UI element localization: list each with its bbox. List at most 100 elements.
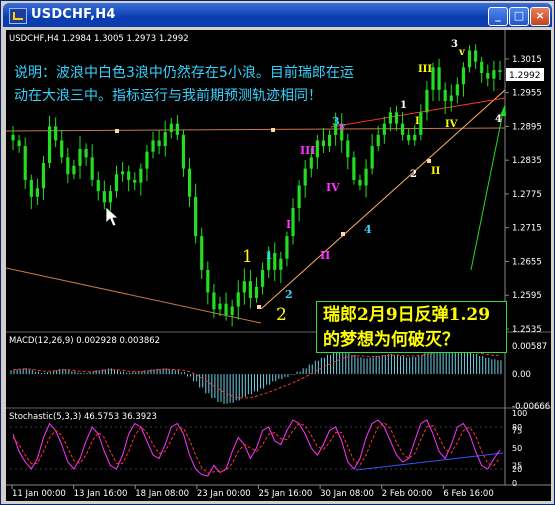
candle-body: [72, 165, 76, 175]
wave-label: 4: [495, 114, 502, 125]
candle-body: [443, 89, 447, 102]
wave-label: III: [300, 144, 315, 157]
macd-tick-label: 0.00: [512, 370, 531, 380]
stochastic-tick-label: 100: [512, 409, 527, 418]
stochastic-tick-label: 0: [512, 479, 517, 488]
candle-body: [498, 70, 502, 72]
wave-label: II: [431, 166, 441, 177]
support-dot: [271, 128, 275, 132]
candle-body: [474, 50, 478, 62]
wave-label: 2: [410, 169, 417, 180]
candle-body: [315, 140, 319, 158]
candle-body: [455, 84, 459, 96]
candle-body: [206, 269, 210, 293]
candle-body: [200, 236, 204, 270]
price-tick-label: 1.2955: [512, 89, 542, 99]
wave-label: I: [286, 218, 291, 231]
candle-body: [169, 123, 173, 133]
candle-body: [285, 236, 289, 259]
wave-label: v: [458, 47, 466, 58]
stochastic-panel-header: Stochastic(5,3,3) 46.5753 36.3923: [9, 412, 157, 422]
candle-body: [394, 112, 399, 124]
green-arrow-line: [470, 111, 504, 271]
candle-body: [260, 269, 265, 287]
chart-area[interactable]: USDCHF,H4 1.2984 1.3005 1.2973 1.2992 MA…: [6, 30, 551, 501]
candle-body: [175, 123, 179, 135]
candle-body: [181, 134, 186, 169]
time-tick-label: 23 Jan 00:00: [197, 489, 251, 499]
wave-label: IV: [445, 119, 458, 130]
chart-app-icon: [9, 8, 27, 24]
lower-channel-line: [6, 267, 262, 324]
candle-body: [108, 191, 113, 203]
support-dot: [115, 129, 119, 133]
price-panel-header: USDCHF,H4 1.2984 1.3005 1.2973 1.2992: [9, 34, 189, 44]
candle-body: [303, 168, 307, 186]
candle-body: [400, 123, 405, 135]
candle-body: [41, 162, 46, 189]
time-tick-label: 11 Jan 00:00: [12, 489, 66, 499]
price-tick-label: 1.2535: [512, 325, 542, 335]
close-button[interactable]: ×: [530, 7, 550, 26]
time-tick-label: 2 Feb 00:00: [382, 489, 432, 499]
wave-label: I: [415, 116, 420, 127]
wave-label: 1: [242, 247, 253, 267]
time-tick-label: 25 Jan 16:00: [259, 489, 313, 499]
horizontal-resistance-line: [6, 127, 506, 132]
candle-body: [461, 67, 466, 85]
candle-body: [346, 140, 350, 158]
candle-body: [47, 126, 52, 163]
comment-line-2: 动在大浪三中。指标运行与我前期预测轨迹相同！: [14, 88, 322, 104]
candle-body: [133, 179, 137, 183]
stochastic-tick-label: 75: [512, 427, 522, 436]
candle-body: [66, 157, 70, 175]
candle-body: [23, 146, 27, 180]
time-tick-label: 30 Jan 08:00: [320, 489, 374, 499]
analysis-comment: 说明：波浪中白色3浪中仍然存在5小浪。目前瑞郎在运 动在大浪三中。指标运行与我前…: [14, 62, 394, 108]
candle-body: [114, 174, 119, 192]
title-bar[interactable]: USDCHF,H4 _ □ ×: [3, 3, 552, 27]
candle-body: [218, 303, 222, 310]
wave-label: 2: [276, 305, 287, 325]
current-price-label: 1.2992: [509, 71, 541, 81]
callout-line-2: 的梦想为何破灭？: [323, 330, 459, 350]
candle-body: [17, 140, 21, 147]
candle-body: [486, 72, 490, 79]
candle-body: [254, 286, 259, 299]
stochastic-tick-label: 20: [512, 465, 522, 474]
time-tick-label: 13 Jan 16:00: [74, 489, 128, 499]
candle-body: [145, 151, 149, 169]
candle-body: [352, 157, 356, 180]
wave-label: III: [418, 64, 432, 75]
candle-body: [78, 148, 82, 166]
candle-body: [187, 168, 192, 197]
candle-body: [413, 134, 417, 141]
maximize-button[interactable]: □: [509, 7, 529, 26]
candle-body: [242, 281, 246, 293]
candle-body: [212, 292, 216, 310]
candle-body: [388, 112, 393, 124]
minimize-button[interactable]: _: [488, 7, 508, 26]
candle-body: [382, 123, 386, 135]
candle-body: [157, 140, 161, 147]
time-tick-label: 18 Jan 08:00: [135, 489, 189, 499]
candle-body: [120, 171, 125, 175]
candle-body: [139, 168, 143, 183]
candle-body: [467, 50, 472, 68]
candle-body: [480, 61, 484, 73]
candle-body: [279, 258, 283, 270]
mouse-cursor-icon: [105, 206, 120, 227]
candle-body: [370, 146, 374, 169]
macd-tick-label: 0.00587: [512, 342, 547, 352]
wave-label: 1: [265, 249, 273, 262]
candle-body: [492, 70, 496, 79]
wave-label: II: [320, 249, 330, 262]
candle-body: [327, 134, 332, 147]
candle-body: [11, 134, 15, 141]
stochastic-tick-label: 50: [512, 444, 522, 453]
wave-label: IV: [326, 181, 340, 194]
wave-label: 2: [285, 288, 293, 301]
chart-window: USDCHF,H4 _ □ × USDCHF,H4 1.2984 1.3005 …: [0, 0, 555, 505]
candle-body: [230, 306, 234, 315]
wave-label: 4: [364, 223, 372, 236]
